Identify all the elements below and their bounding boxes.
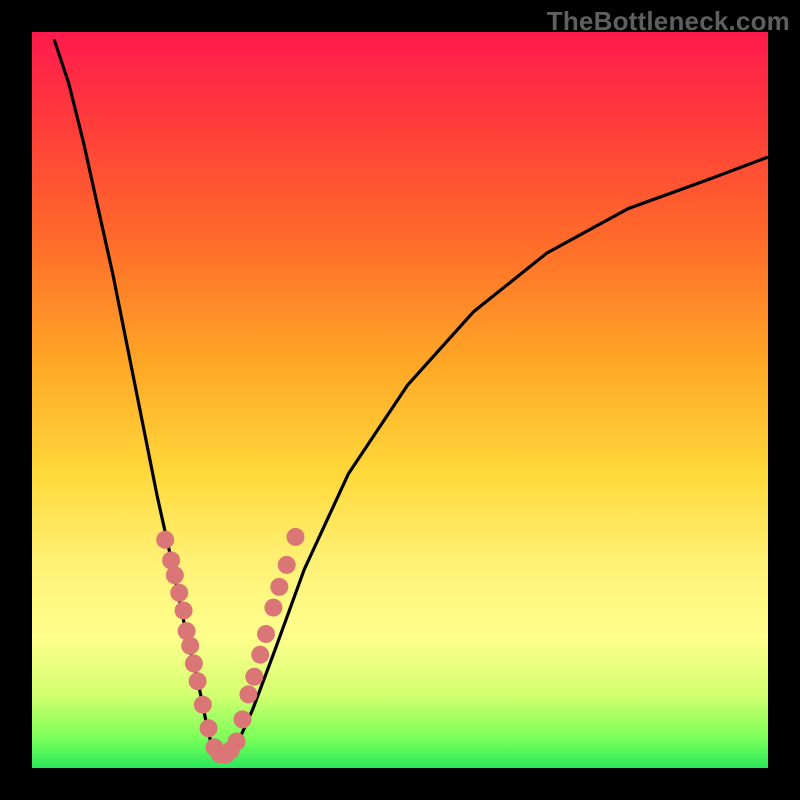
chart-area <box>32 32 768 768</box>
dot <box>185 655 203 673</box>
dot <box>170 584 188 602</box>
dot <box>245 668 263 686</box>
dot <box>278 556 296 574</box>
dot <box>194 696 212 714</box>
dot <box>181 637 199 655</box>
dot <box>166 566 184 584</box>
chart-svg <box>32 32 768 768</box>
dot <box>175 602 193 620</box>
curve-lines <box>54 39 768 756</box>
dot <box>239 685 257 703</box>
dot <box>200 719 218 737</box>
watermark-text: TheBottleneck.com <box>547 6 790 37</box>
scatter-dots <box>156 528 304 764</box>
dot <box>189 672 207 690</box>
dot <box>287 528 305 546</box>
right-branch-line <box>231 157 768 753</box>
dot <box>156 531 174 549</box>
dot <box>270 578 288 596</box>
dot <box>264 599 282 617</box>
dot <box>234 710 252 728</box>
dot <box>257 625 275 643</box>
dot <box>228 733 246 751</box>
dot <box>251 646 269 664</box>
